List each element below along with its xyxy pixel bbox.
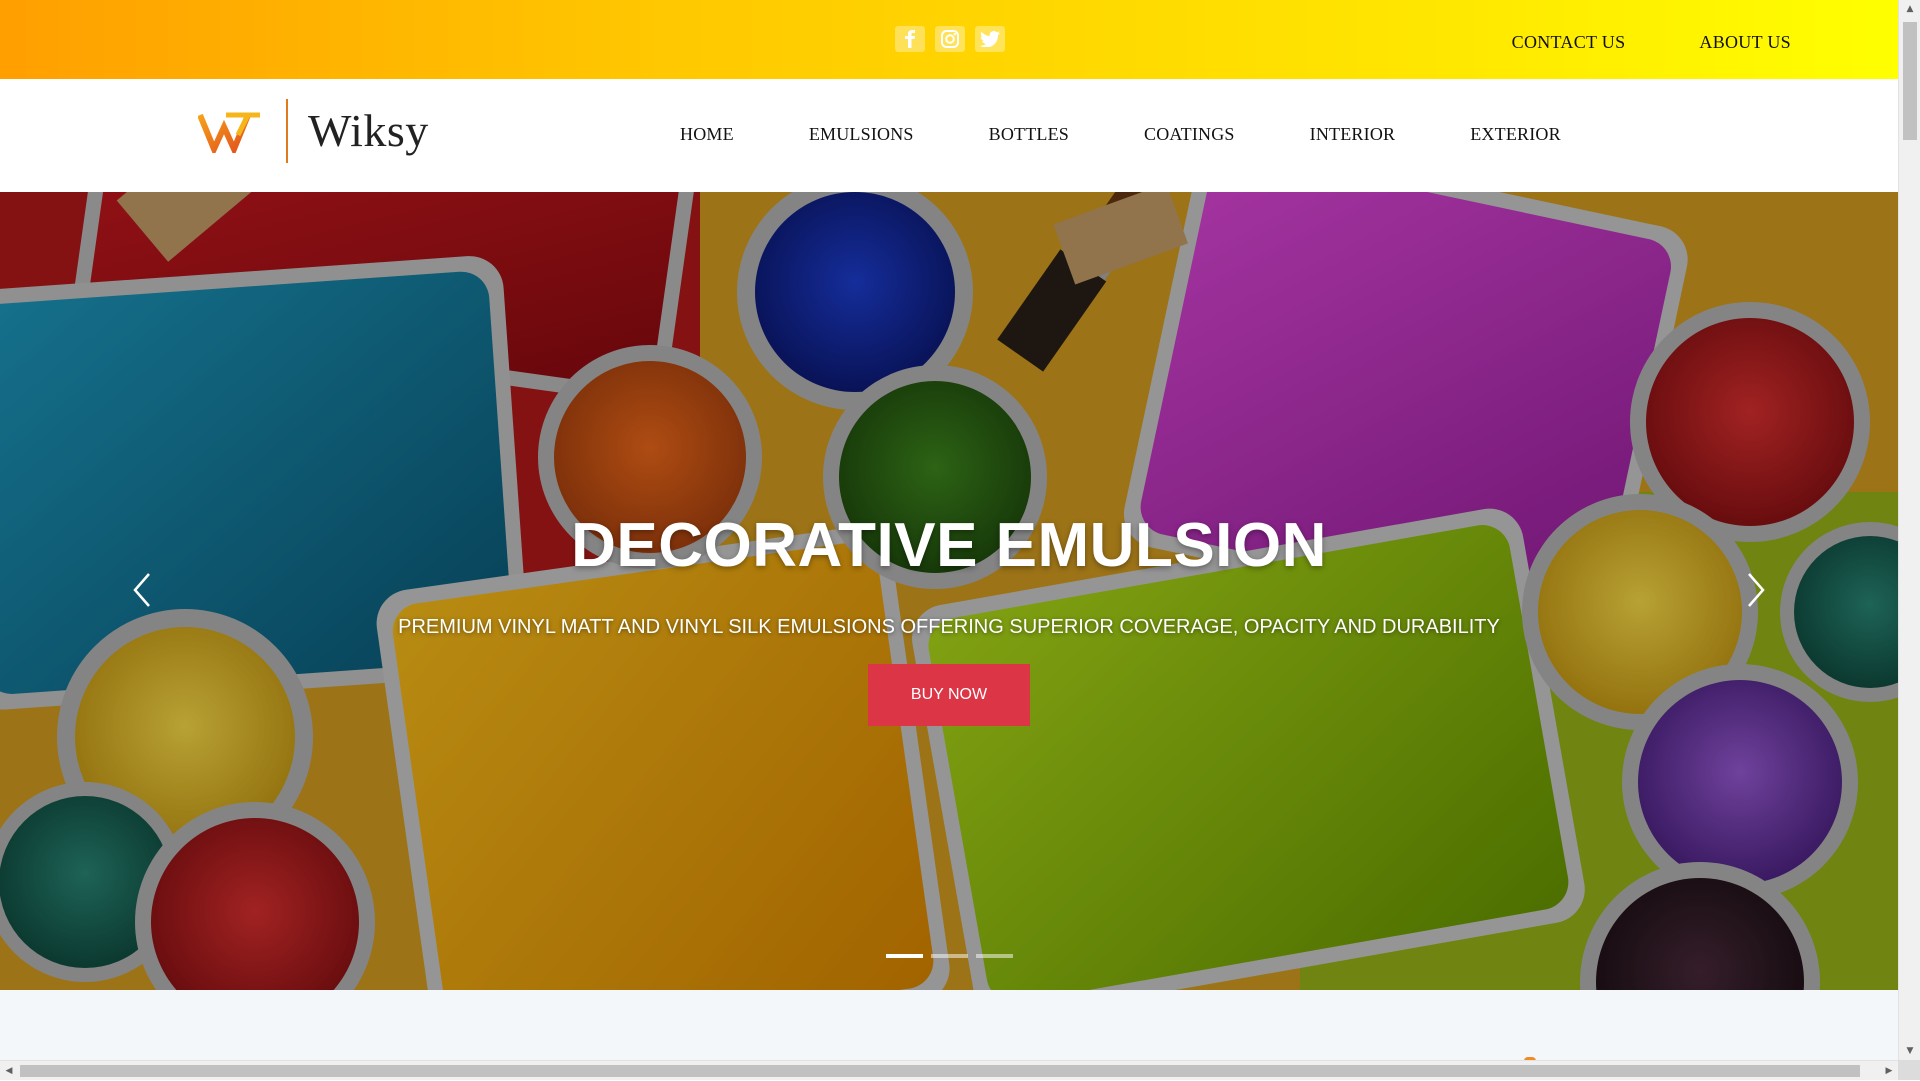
hero-subtitle: PREMIUM VINYL MATT AND VINYL SILK EMULSI… <box>398 616 1500 638</box>
main-nav: HOME EMULSIONS BOTTLES COATINGS INTERIOR… <box>680 124 1561 145</box>
twitter-icon[interactable] <box>975 26 1005 52</box>
wiksy-logo-mark-icon <box>198 112 260 153</box>
horizontal-scrollbar[interactable]: ◀ ▶ <box>0 1060 1898 1080</box>
scrollbar-corner <box>1898 1060 1920 1080</box>
about-us-link[interactable]: ABOUT US <box>1699 32 1791 53</box>
vertical-scroll-thumb[interactable] <box>1903 22 1917 140</box>
site-header: Wiksy HOME EMULSIONS BOTTLES COATINGS IN… <box>0 79 1898 192</box>
facebook-icon[interactable] <box>895 26 925 52</box>
top-bar: CONTACT US ABOUT US <box>0 0 1898 79</box>
nav-item-home[interactable]: HOME <box>680 124 734 145</box>
nav-item-bottles[interactable]: BOTTLES <box>989 124 1069 145</box>
hero-overlay <box>0 192 1898 990</box>
carousel-indicator-1[interactable] <box>886 954 923 958</box>
nav-item-exterior[interactable]: EXTERIOR <box>1470 124 1561 145</box>
brand-name: Wiksy <box>308 105 429 156</box>
logo-divider <box>286 99 288 163</box>
scroll-down-arrow-icon[interactable]: ▼ <box>1899 1042 1920 1060</box>
horizontal-scroll-thumb[interactable] <box>20 1065 1860 1077</box>
contact-us-link[interactable]: CONTACT US <box>1512 32 1626 53</box>
buy-now-button[interactable]: BUY NOW <box>868 664 1030 726</box>
carousel-indicator-3[interactable] <box>976 954 1013 958</box>
hero-title: DECORATIVE EMULSION <box>571 511 1327 580</box>
next-section <box>0 990 1898 1060</box>
scroll-left-arrow-icon[interactable]: ◀ <box>0 1061 18 1081</box>
instagram-icon[interactable] <box>935 26 965 52</box>
nav-item-emulsions[interactable]: EMULSIONS <box>809 124 914 145</box>
nav-item-coatings[interactable]: COATINGS <box>1144 124 1235 145</box>
browser-viewport: CONTACT US ABOUT US Wiksy HOME EMULSIONS… <box>0 0 1898 1060</box>
nav-item-interior[interactable]: INTERIOR <box>1310 124 1396 145</box>
top-links: CONTACT US ABOUT US <box>1512 32 1791 53</box>
scroll-right-arrow-icon[interactable]: ▶ <box>1880 1061 1898 1081</box>
social-links <box>895 26 1005 52</box>
vertical-scrollbar[interactable]: ▲ ▼ <box>1898 0 1920 1060</box>
carousel-indicator-2[interactable] <box>931 954 968 958</box>
hero-carousel: DECORATIVE EMULSION PREMIUM VINYL MATT A… <box>0 192 1898 990</box>
logo[interactable]: Wiksy <box>198 99 429 163</box>
scroll-up-arrow-icon[interactable]: ▲ <box>1899 0 1920 18</box>
carousel-indicators <box>886 954 1013 958</box>
